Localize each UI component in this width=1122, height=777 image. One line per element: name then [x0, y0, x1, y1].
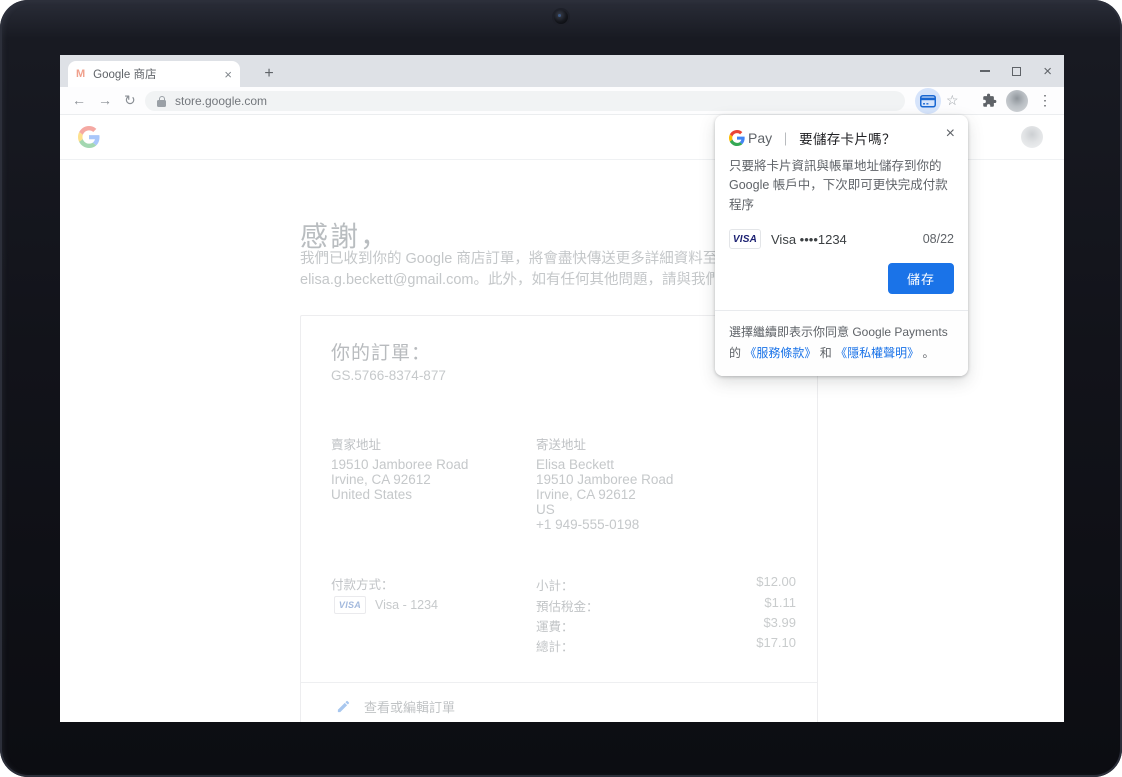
dialog-actions: 儲存 — [715, 249, 968, 310]
subtotal-value: $12.00 — [756, 574, 796, 589]
seller-address-label: 賣家地址 — [331, 438, 382, 452]
seller-line: 19510 Jamboree Road — [331, 457, 469, 472]
back-icon[interactable]: ← — [72, 92, 86, 108]
tax-value: $1.11 — [764, 595, 796, 610]
lock-icon — [157, 95, 166, 107]
gmail-favicon-icon: M — [76, 68, 86, 80]
shipping-line: Elisa Beckett — [536, 457, 615, 472]
gpay-dialog-header: Pay ｜ 要儲存卡片嗎？ × — [715, 115, 968, 148]
shipping-fee-label: 運費： — [536, 620, 574, 634]
dialog-title: 要儲存卡片嗎？ — [799, 132, 896, 147]
maximize-button[interactable] — [1012, 66, 1022, 76]
terms-text-mid: 和 — [819, 345, 832, 360]
dialog-close-icon[interactable]: × — [946, 126, 955, 142]
google-g-icon — [729, 130, 745, 146]
gpay-save-card-dialog: Pay ｜ 要儲存卡片嗎？ × 只要將卡片資訊與帳單地址儲存到你的 Google… — [715, 115, 968, 376]
credit-card-glyph — [920, 94, 936, 107]
shipping-line: US — [536, 502, 555, 517]
privacy-policy-link[interactable]: 《隱私權聲明》 — [835, 346, 919, 360]
intro-line-2: elisa.g.beckett@gmail.com。此外，如有任何其他問題，請與… — [300, 272, 735, 288]
seller-address: 19510 Jamboree Road Irvine, CA 92612 Uni… — [331, 457, 468, 502]
dialog-body-text: 只要將卡片資訊與帳單地址儲存到你的 Google 帳戶中，下次即可更快完成付款程… — [729, 159, 948, 212]
order-card: 你的訂單： GS.5766-8374-877 賣家地址 19510 Jambor… — [300, 315, 818, 722]
card-number-text: Visa ••••1234 — [771, 231, 847, 247]
intro-text: 我們已收到你的 Google 商店訂單，將會盡快傳送更多詳細資料至 elisa.… — [300, 249, 734, 291]
extensions-puzzle-icon[interactable] — [982, 93, 997, 113]
visa-logo: VISA — [334, 596, 366, 614]
minimize-button[interactable] — [980, 70, 991, 72]
intro-line-1: 我們已收到你的 Google 商店訂單，將會盡快傳送更多詳細資料至 — [300, 251, 718, 267]
edit-order-label: 查看或編輯訂單 — [364, 700, 456, 715]
save-card-icon[interactable] — [915, 88, 941, 114]
camera — [554, 10, 568, 24]
save-button[interactable]: 儲存 — [887, 263, 954, 295]
tablet-device: M Google 商店 × + × ← → ↻ store.google.com… — [0, 0, 1122, 777]
payment-method-label: 付款方式： — [331, 578, 394, 592]
shipping-address-label: 寄送地址 — [536, 438, 587, 452]
tab-strip: M Google 商店 × + × — [60, 55, 1064, 87]
page-user-avatar[interactable] — [1021, 126, 1043, 148]
title-divider: ｜ — [779, 131, 793, 147]
order-title: 你的訂單： — [331, 343, 432, 364]
visa-logo: VISA — [729, 229, 761, 250]
dialog-footer: 選擇繼續即表示你同意 Google Payments 的 《服務條款》 和 《隱… — [715, 310, 968, 376]
menu-dots-icon[interactable]: ⋮ — [1038, 92, 1052, 109]
subtotal-label: 小計： — [536, 579, 574, 593]
edit-order-link[interactable]: 查看或編輯訂單 — [336, 697, 455, 716]
seller-line: Irvine, CA 92612 — [331, 472, 431, 487]
profile-avatar[interactable] — [1006, 90, 1028, 112]
gpay-brand-text: Pay — [748, 130, 773, 146]
terms-of-service-link[interactable]: 《服務條款》 — [744, 346, 816, 360]
payment-card-text: Visa - 1234 — [375, 598, 439, 612]
shipping-line: Irvine, CA 92612 — [536, 487, 636, 502]
order-number: GS.5766-8374-877 — [331, 368, 446, 383]
browser-toolbar: ← → ↻ store.google.com ☆ ⋮ — [60, 87, 1064, 115]
browser-tab[interactable]: M Google 商店 × — [68, 61, 240, 87]
reload-icon[interactable]: ↻ — [124, 92, 136, 109]
shipping-line: +1 949-555-0198 — [536, 517, 640, 532]
bookmark-star-icon[interactable]: ☆ — [946, 92, 959, 109]
new-tab-button[interactable]: + — [256, 61, 282, 87]
forward-icon[interactable]: → — [98, 92, 112, 108]
card-summary-row: VISA Visa ••••1234 08/22 — [729, 229, 954, 250]
card-expiry: 08/22 — [922, 232, 954, 247]
shipping-line: 19510 Jamboree Road — [536, 472, 674, 487]
order-card-footer: 查看或編輯訂單 — [301, 682, 817, 722]
total-value: $17.10 — [756, 635, 796, 650]
window-close-icon[interactable]: × — [1043, 64, 1052, 79]
google-logo-icon[interactable] — [78, 126, 100, 148]
tablet-bezel: M Google 商店 × + × ← → ↻ store.google.com… — [0, 0, 1122, 777]
pencil-icon — [337, 700, 350, 713]
tab-title: Google 商店 — [93, 69, 157, 81]
seller-line: United States — [331, 487, 413, 502]
shipping-address: Elisa Beckett 19510 Jamboree Road Irvine… — [536, 457, 673, 532]
address-bar[interactable]: store.google.com — [145, 91, 905, 111]
tax-label: 預估稅金： — [536, 600, 599, 614]
shipping-fee-value: $3.99 — [763, 615, 796, 630]
total-label: 總計： — [536, 640, 574, 654]
payment-method: VISA Visa - 1234 — [334, 596, 438, 614]
url-text: store.google.com — [175, 94, 268, 108]
tab-close-icon[interactable]: × — [218, 67, 232, 82]
window-controls: × — [980, 55, 1052, 87]
terms-text-post: 。 — [922, 345, 935, 360]
browser-window: M Google 商店 × + × ← → ↻ store.google.com… — [60, 55, 1064, 722]
